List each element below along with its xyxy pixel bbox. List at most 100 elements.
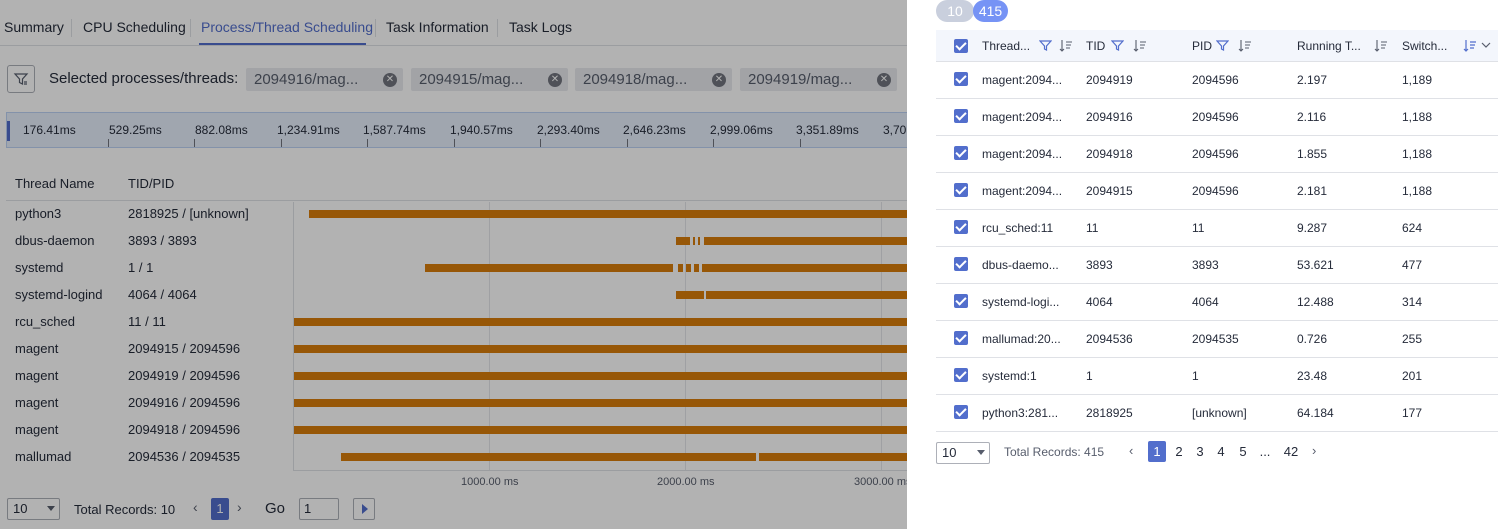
- schedule-bar: [704, 237, 907, 245]
- cell-thread: systemd-logi...: [982, 295, 1060, 309]
- column-header-pid[interactable]: PID: [1192, 39, 1212, 53]
- thread-name: magent: [15, 368, 59, 383]
- row-checkbox[interactable]: [954, 183, 968, 197]
- table-row[interactable]: mallumad:20... 2094536 2094535 0.726 255: [936, 321, 1498, 358]
- chip-label: 2094919/mag...: [748, 71, 853, 88]
- table-row[interactable]: magent:2094... 2094916 2094596 2.116 1,188: [936, 99, 1498, 136]
- page-size-select[interactable]: 10: [936, 442, 990, 464]
- page-size-select[interactable]: 10: [7, 498, 60, 520]
- cell-tid: 11: [1086, 221, 1099, 235]
- schedule-bar: [309, 210, 907, 218]
- thread-name: mallumad: [15, 449, 72, 464]
- row-checkbox[interactable]: [954, 368, 968, 382]
- go-page-input[interactable]: 1: [299, 498, 339, 520]
- timeline-tick: 1,940.57ms: [450, 123, 513, 137]
- prev-page-button[interactable]: ‹: [1129, 443, 1133, 458]
- close-icon[interactable]: ✕: [383, 73, 397, 87]
- column-header-switches[interactable]: Switch...: [1402, 39, 1447, 53]
- close-icon[interactable]: ✕: [712, 73, 726, 87]
- prev-page-button[interactable]: ‹: [193, 499, 198, 515]
- thread-name: magent: [15, 341, 59, 356]
- cell-running: 2.197: [1297, 73, 1328, 87]
- tab-bar: Summary CPU Scheduling Process/Thread Sc…: [0, 0, 907, 46]
- thread-name: systemd: [15, 260, 64, 275]
- sort-descending-icon[interactable]: [1463, 39, 1477, 52]
- sort-icon[interactable]: [1374, 39, 1388, 52]
- cell-tid: 2094919: [1086, 73, 1133, 87]
- cell-switch: 477: [1402, 258, 1423, 272]
- close-icon[interactable]: ✕: [548, 73, 562, 87]
- row-checkbox[interactable]: [954, 405, 968, 419]
- page-button[interactable]: 1: [1148, 441, 1166, 462]
- tab-process-thread-scheduling[interactable]: Process/Thread Scheduling: [201, 19, 373, 35]
- schedule-bar: [425, 264, 673, 272]
- thread-tid-pid: 2094536 / 2094535: [128, 449, 241, 464]
- sort-icon[interactable]: [1238, 39, 1252, 52]
- timeline-handle[interactable]: [7, 121, 10, 141]
- table-row[interactable]: python3:281... 2818925 [unknown] 64.184 177: [936, 395, 1498, 432]
- cell-thread: dbus-daemo...: [982, 258, 1059, 272]
- go-button[interactable]: [353, 498, 375, 520]
- cell-pid: 3893: [1192, 258, 1219, 272]
- column-header-thread[interactable]: Thread...: [982, 39, 1030, 53]
- filter-icon[interactable]: [1039, 39, 1052, 52]
- table-row[interactable]: systemd:1 1 1 23.48 201: [936, 358, 1498, 395]
- tab-cpu-scheduling[interactable]: CPU Scheduling: [83, 19, 186, 35]
- schedule-bar: [698, 237, 700, 245]
- tab-task-information[interactable]: Task Information: [386, 19, 489, 35]
- table-row[interactable]: magent:2094... 2094918 2094596 1.855 1,188: [936, 136, 1498, 173]
- sort-icon[interactable]: [1059, 39, 1073, 52]
- tab-summary[interactable]: Summary: [4, 19, 64, 35]
- schedule-bar: [294, 372, 907, 380]
- table-row[interactable]: dbus-daemo... 3893 3893 53.621 477: [936, 247, 1498, 284]
- schedule-bar: [341, 453, 756, 461]
- cell-pid: 1: [1192, 369, 1199, 383]
- cell-running: 12.488: [1297, 295, 1334, 309]
- row-checkbox[interactable]: [954, 294, 968, 308]
- page-button[interactable]: 3: [1194, 441, 1206, 462]
- next-page-button[interactable]: ›: [237, 499, 242, 515]
- count-badge-total[interactable]: 415: [973, 0, 1008, 22]
- page-ellipsis[interactable]: ...: [1258, 441, 1272, 462]
- page-size-value: 10: [13, 501, 28, 516]
- row-checkbox[interactable]: [954, 331, 968, 345]
- page-button[interactable]: 4: [1215, 441, 1227, 462]
- column-header-running-time[interactable]: Running T...: [1297, 39, 1361, 53]
- cell-running: 64.184: [1297, 406, 1334, 420]
- sort-icon[interactable]: [1133, 39, 1147, 52]
- row-checkbox[interactable]: [954, 72, 968, 86]
- select-all-checkbox[interactable]: [954, 39, 968, 53]
- schedule-bar: [706, 291, 907, 299]
- timeline-tick: 3,351.89ms: [796, 123, 859, 137]
- row-checkbox[interactable]: [954, 220, 968, 234]
- timeline-tick: 882.08ms: [195, 123, 248, 137]
- column-header-tid[interactable]: TID: [1086, 39, 1105, 53]
- chevron-down-icon[interactable]: [1481, 42, 1491, 50]
- page-button[interactable]: 2: [1173, 441, 1185, 462]
- table-header: Thread... TID PID Running T... Switch...: [936, 30, 1498, 62]
- close-icon[interactable]: ✕: [877, 73, 891, 87]
- next-page-button[interactable]: ›: [1312, 443, 1316, 458]
- filter-button[interactable]: [7, 65, 35, 93]
- table-row[interactable]: systemd-logi... 4064 4064 12.488 314: [936, 284, 1498, 321]
- thread-selection-panel: 10 415 Thread... TID PID Running T... Sw…: [907, 0, 1505, 529]
- page-button[interactable]: 5: [1237, 441, 1249, 462]
- page-button[interactable]: 42: [1282, 441, 1300, 462]
- table-row[interactable]: magent:2094... 2094915 2094596 2.181 1,188: [936, 173, 1498, 210]
- filter-icon[interactable]: [1216, 39, 1229, 52]
- tick-mark: [713, 139, 714, 147]
- thread-tid-pid: 3893 / 3893: [128, 233, 197, 248]
- thread-name: python3: [15, 206, 62, 221]
- table-row[interactable]: rcu_sched:11 11 11 9.287 624: [936, 210, 1498, 247]
- timeline-overview[interactable]: 176.41ms 529.25ms 882.08ms 1,234.91ms 1,…: [6, 112, 907, 148]
- filter-icon[interactable]: [1111, 39, 1124, 52]
- table-row[interactable]: magent:2094... 2094919 2094596 2.197 1,189: [936, 62, 1498, 99]
- row-checkbox[interactable]: [954, 257, 968, 271]
- count-badge-selected[interactable]: 10: [936, 0, 974, 22]
- cell-pid: 11: [1192, 221, 1205, 235]
- timeline-tick: 1,234.91ms: [277, 123, 340, 137]
- tab-task-logs[interactable]: Task Logs: [509, 19, 572, 35]
- row-checkbox[interactable]: [954, 146, 968, 160]
- row-checkbox[interactable]: [954, 109, 968, 123]
- page-button-current[interactable]: 1: [211, 498, 229, 520]
